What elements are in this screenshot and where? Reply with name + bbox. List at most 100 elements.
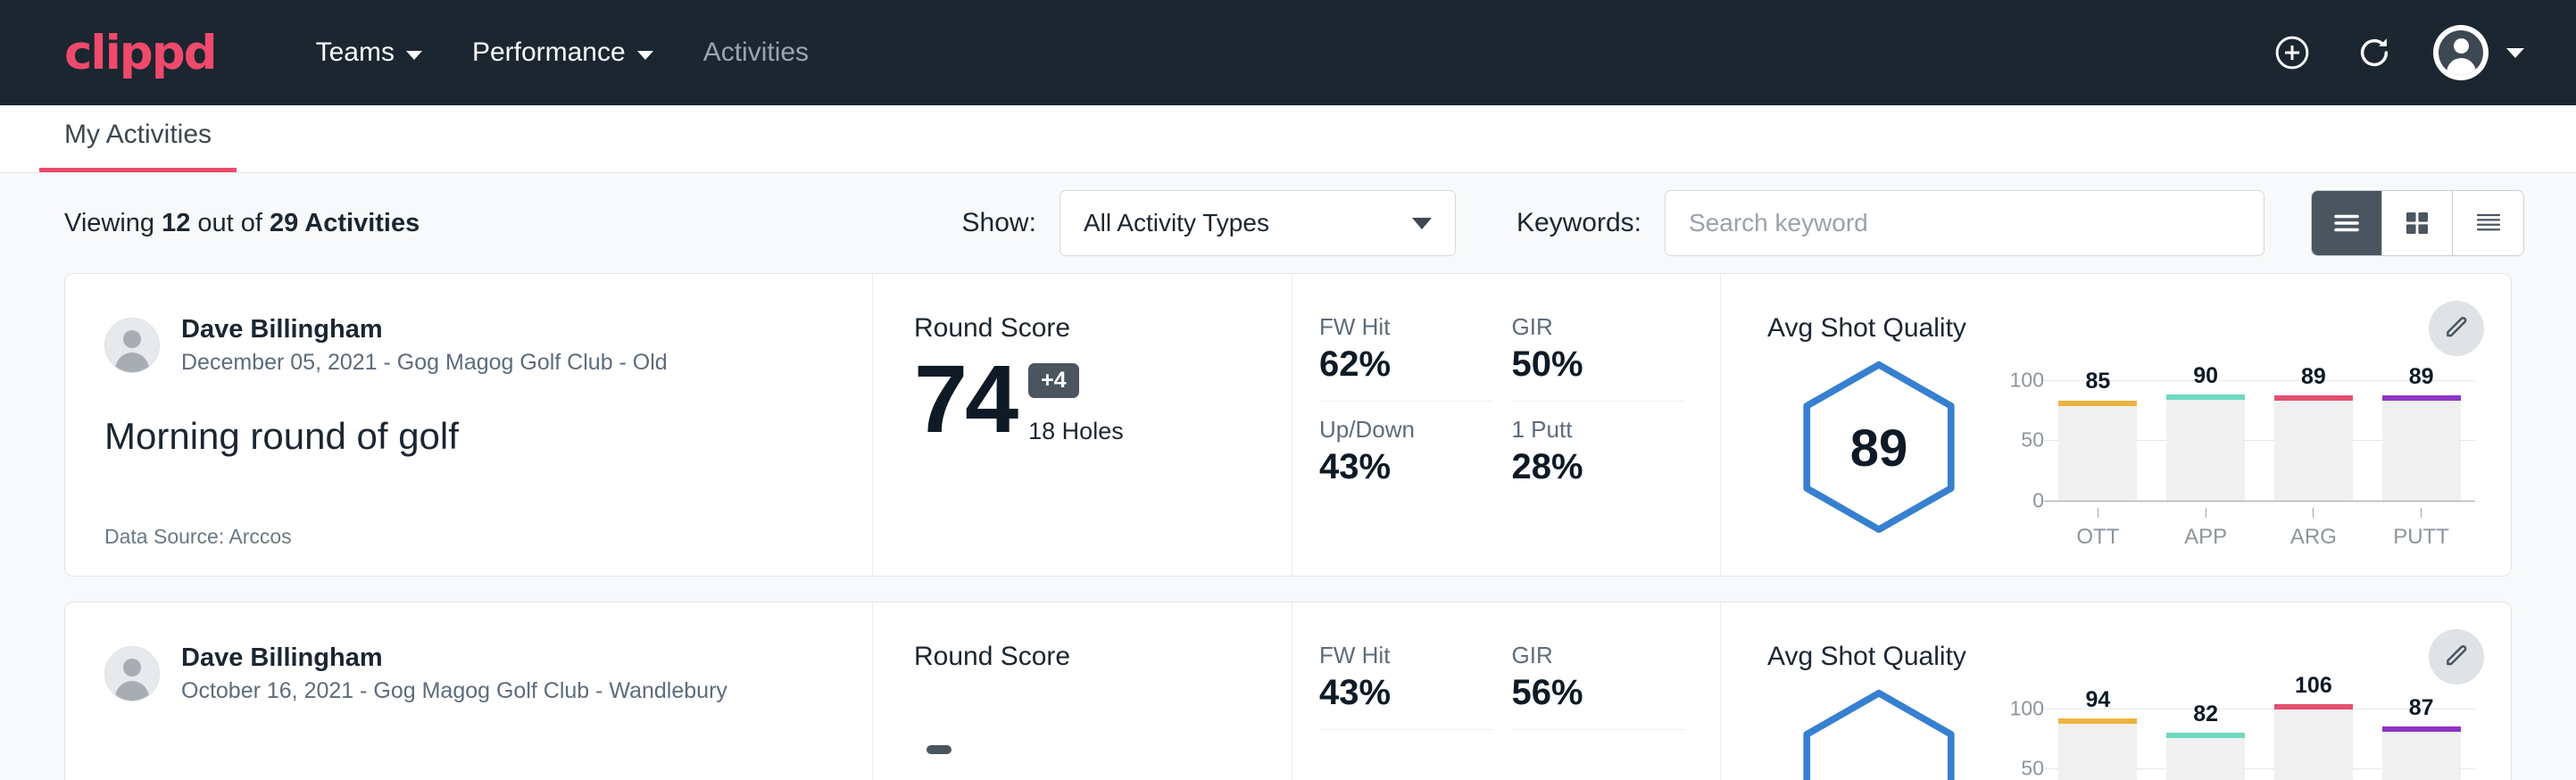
- filter-bar: Viewing 12 out of 29 Activities Show: Al…: [0, 173, 2576, 273]
- y-tick-50: 50: [2021, 428, 2044, 452]
- chart-y-axis: 100 50 0: [1990, 365, 2044, 501]
- nav-item-performance[interactable]: Performance: [447, 25, 678, 80]
- bar-putt: 89: [2382, 365, 2461, 501]
- avg-shot-quality-section: Avg Shot Quality 100 50 0: [1721, 602, 2511, 780]
- shot-quality-chart: 100 50 0: [1990, 349, 2475, 550]
- quality-hexagon: 89: [1767, 349, 1990, 536]
- round-score-label: Round Score: [914, 642, 1292, 672]
- viewing-middle: out of: [190, 209, 270, 237]
- bar-value-app: 82: [2166, 701, 2245, 727]
- stat-value: 56%: [1512, 673, 1685, 713]
- chevron-down-icon: [406, 51, 422, 60]
- bar-arg: 89: [2274, 365, 2353, 501]
- viewing-prefix: Viewing: [64, 209, 162, 237]
- author-name: Dave Billingham: [181, 642, 727, 674]
- score-diff-badge: [927, 745, 951, 754]
- stat-value: 43%: [1319, 447, 1492, 487]
- round-score-section: Round Score: [873, 602, 1292, 780]
- tab-my-activities[interactable]: My Activities: [39, 120, 237, 172]
- add-circle-icon[interactable]: [2269, 29, 2315, 76]
- nav-item-activities-label: Activities: [703, 37, 809, 68]
- avatar-icon: [2439, 30, 2483, 75]
- bar-arg: 106: [2274, 693, 2353, 780]
- stat-label: GIR: [1512, 313, 1685, 341]
- bar-ott: 85: [2058, 365, 2137, 501]
- activity-stats: FW Hit 43% GIR 56%: [1292, 602, 1721, 780]
- stat-label: FW Hit: [1319, 642, 1492, 669]
- activity-meta: October 16, 2021 - Gog Magog Golf Club -…: [181, 676, 727, 706]
- score-diff-badge: +4: [1028, 363, 1079, 398]
- nav-item-activities[interactable]: Activities: [678, 25, 834, 80]
- bar-cap-arg: [2274, 395, 2353, 401]
- keywords-label: Keywords:: [1517, 208, 1641, 238]
- bar-value-ott: 85: [2058, 369, 2137, 394]
- y-tick-100: 100: [2010, 368, 2044, 392]
- bar-cap-putt: [2382, 395, 2461, 401]
- bar-cap-putt: [2382, 726, 2461, 732]
- author-name: Dave Billingham: [181, 313, 668, 345]
- main-nav: Teams Performance Activities: [291, 25, 834, 80]
- stat-label: Up/Down: [1319, 416, 1492, 444]
- refresh-icon[interactable]: [2351, 29, 2397, 76]
- nav-item-teams[interactable]: Teams: [291, 25, 447, 80]
- activity-type-select[interactable]: All Activity Types: [1059, 190, 1456, 256]
- chevron-down-icon: [637, 51, 653, 60]
- viewing-count-text: Viewing 12 out of 29 Activities: [64, 209, 420, 238]
- bar-value-arg: 89: [2274, 364, 2353, 390]
- activity-author: Dave Billingham October 16, 2021 - Gog M…: [104, 642, 833, 706]
- chevron-down-icon: [1412, 218, 1432, 229]
- activity-card[interactable]: Dave Billingham December 05, 2021 - Gog …: [64, 273, 2512, 577]
- activity-title: Morning round of golf: [104, 415, 833, 458]
- chart-plot-area: 94 82 106: [2044, 693, 2475, 780]
- avg-shot-quality-label: Avg Shot Quality: [1767, 642, 2475, 672]
- bar-ott: 94: [2058, 693, 2137, 780]
- activity-card-info: Dave Billingham December 05, 2021 - Gog …: [65, 274, 873, 576]
- view-toggle-list[interactable]: [2312, 191, 2382, 255]
- chart-bars: 85 90: [2044, 365, 2475, 501]
- stat-value: 28%: [1512, 447, 1685, 487]
- stat-gir: GIR 56%: [1512, 642, 1685, 730]
- activity-list: Dave Billingham December 05, 2021 - Gog …: [0, 273, 2576, 780]
- bar-value-putt: 87: [2382, 695, 2461, 721]
- bar-cap-ott: [2058, 718, 2137, 724]
- y-tick-50: 50: [2021, 757, 2044, 780]
- x-label-arg: ARG: [2290, 525, 2337, 550]
- clippd-logo[interactable]: clippd: [64, 29, 216, 77]
- stat-one-putt: 1 Putt 28%: [1512, 416, 1685, 487]
- holes-count: 18 Holes: [1028, 418, 1124, 445]
- avg-shot-quality-section: Avg Shot Quality 89 100 50 0: [1721, 274, 2511, 576]
- avatar[interactable]: [2433, 25, 2489, 80]
- x-label-putt: PUTT: [2393, 525, 2449, 550]
- avg-shot-quality-label: Avg Shot Quality: [1767, 313, 2475, 344]
- chart-plot-area: 85 90: [2044, 365, 2475, 501]
- stat-fw-hit: FW Hit 62%: [1319, 313, 1492, 402]
- search-input[interactable]: [1689, 209, 2240, 237]
- round-score-label: Round Score: [914, 313, 1292, 344]
- view-toggle-grid[interactable]: [2382, 191, 2453, 255]
- edit-activity-button[interactable]: [2429, 301, 2484, 356]
- stat-fw-hit: FW Hit 43%: [1319, 642, 1492, 730]
- bar-cap-app: [2166, 733, 2245, 738]
- chart-x-axis: OTT APP ARG PUTT: [2044, 508, 2475, 550]
- view-toggle-group: [2311, 190, 2524, 256]
- x-label-ott: OTT: [2076, 525, 2119, 550]
- quality-score-value: [1767, 677, 1990, 780]
- x-tick: [2421, 508, 2422, 518]
- stat-label: FW Hit: [1319, 313, 1492, 341]
- tab-bar: My Activities: [0, 105, 2576, 173]
- chevron-down-icon[interactable]: [2506, 48, 2524, 58]
- viewing-count: 12: [162, 209, 190, 237]
- round-score-section: Round Score 74 +4 18 Holes: [873, 274, 1292, 576]
- app-header: clippd Teams Performance Activities: [0, 0, 2576, 105]
- edit-activity-button[interactable]: [2429, 629, 2484, 685]
- search-keyword-box[interactable]: [1665, 190, 2264, 256]
- filter-controls: Show: All Activity Types Keywords:: [962, 190, 2524, 256]
- view-toggle-compact[interactable]: [2453, 191, 2523, 255]
- activity-type-select-value: All Activity Types: [1084, 209, 1269, 237]
- bar-value-arg: 106: [2274, 673, 2353, 699]
- activity-card[interactable]: Dave Billingham October 16, 2021 - Gog M…: [64, 602, 2512, 780]
- shot-quality-chart: 100 50 0 94: [1990, 677, 2475, 780]
- stat-up-down: Up/Down 43%: [1319, 416, 1492, 487]
- bar-app: 82: [2166, 693, 2245, 780]
- axis-baseline: [2044, 501, 2475, 502]
